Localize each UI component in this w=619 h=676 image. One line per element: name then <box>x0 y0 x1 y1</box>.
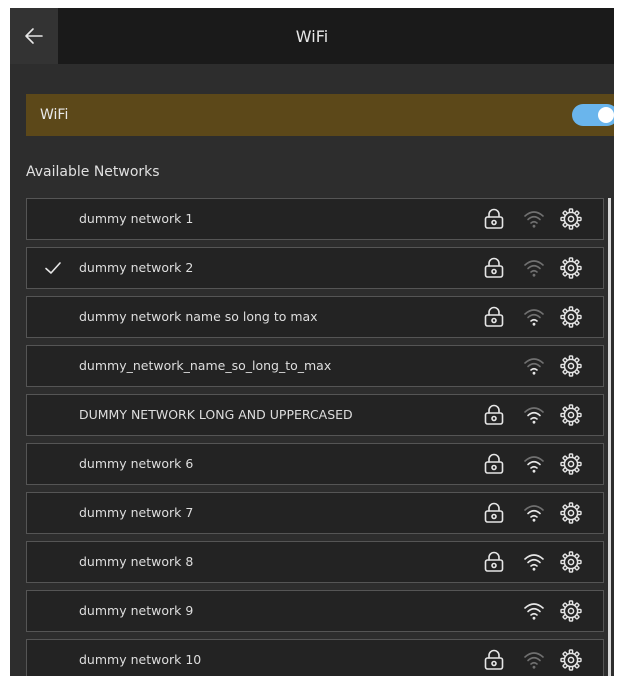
network-name: dummy network 10 <box>79 652 202 667</box>
lock-icon <box>483 306 505 328</box>
network-name: dummy_network_name_so_long_to_max <box>79 358 332 373</box>
network-name: dummy network 6 <box>79 456 194 471</box>
wifi-signal-icon <box>523 502 545 524</box>
wifi-signal-icon <box>523 600 545 622</box>
lock-icon <box>483 502 505 524</box>
wifi-settings-screen: WiFi WiFi Available Networks dummy netwo… <box>10 8 614 676</box>
wifi-signal-icon <box>523 404 545 426</box>
network-row[interactable]: dummy_network_name_so_long_to_max <box>26 345 604 387</box>
lock-icon <box>483 404 505 426</box>
wifi-signal-icon <box>523 257 545 279</box>
network-row[interactable]: DUMMY NETWORK LONG AND UPPERCASED <box>26 394 604 436</box>
gear-icon[interactable] <box>560 649 582 671</box>
page-title: WiFi <box>295 26 329 46</box>
gear-icon[interactable] <box>560 208 582 230</box>
wifi-signal-icon <box>523 649 545 671</box>
gear-icon[interactable] <box>560 551 582 573</box>
network-row[interactable]: dummy network name so long to max <box>26 296 604 338</box>
network-name: dummy network 8 <box>79 554 194 569</box>
scrollbar[interactable] <box>608 198 611 676</box>
network-row[interactable]: dummy network 10 <box>26 639 604 676</box>
lock-icon <box>483 453 505 475</box>
network-row[interactable]: dummy network 9 <box>26 590 604 632</box>
network-row[interactable]: dummy network 8 <box>26 541 604 583</box>
network-name: dummy network 7 <box>79 505 194 520</box>
network-name: dummy network 2 <box>79 260 194 275</box>
back-button[interactable] <box>10 8 58 64</box>
lock-icon <box>483 551 505 573</box>
network-name: dummy network name so long to max <box>79 309 318 324</box>
arrow-left-icon <box>25 28 43 44</box>
network-name: dummy network 1 <box>79 211 194 226</box>
available-networks-heading: Available Networks <box>26 164 160 180</box>
gear-icon[interactable] <box>560 453 582 475</box>
wifi-toggle-switch[interactable] <box>572 104 614 126</box>
wifi-signal-icon <box>523 453 545 475</box>
gear-icon[interactable] <box>560 600 582 622</box>
toggle-knob <box>598 107 614 123</box>
network-row[interactable]: dummy network 1 <box>26 198 604 240</box>
gear-icon[interactable] <box>560 306 582 328</box>
network-row[interactable]: dummy network 7 <box>26 492 604 534</box>
gear-icon[interactable] <box>560 502 582 524</box>
network-row[interactable]: dummy network 2 <box>26 247 604 289</box>
wifi-signal-icon <box>523 355 545 377</box>
network-row[interactable]: dummy network 6 <box>26 443 604 485</box>
wifi-signal-icon <box>523 306 545 328</box>
network-name: dummy network 9 <box>79 603 194 618</box>
checkmark-icon <box>43 258 63 278</box>
lock-icon <box>483 208 505 230</box>
network-name: DUMMY NETWORK LONG AND UPPERCASED <box>79 407 353 422</box>
wifi-toggle-label: WiFi <box>40 107 69 123</box>
gear-icon[interactable] <box>560 257 582 279</box>
wifi-toggle-row: WiFi <box>26 94 614 136</box>
wifi-signal-icon <box>523 551 545 573</box>
gear-icon[interactable] <box>560 404 582 426</box>
header-bar: WiFi <box>10 8 614 64</box>
lock-icon <box>483 257 505 279</box>
gear-icon[interactable] <box>560 355 582 377</box>
network-list[interactable]: dummy network 1 dummy network 2 dummy netw… <box>10 198 614 676</box>
wifi-signal-icon <box>523 208 545 230</box>
lock-icon <box>483 649 505 671</box>
